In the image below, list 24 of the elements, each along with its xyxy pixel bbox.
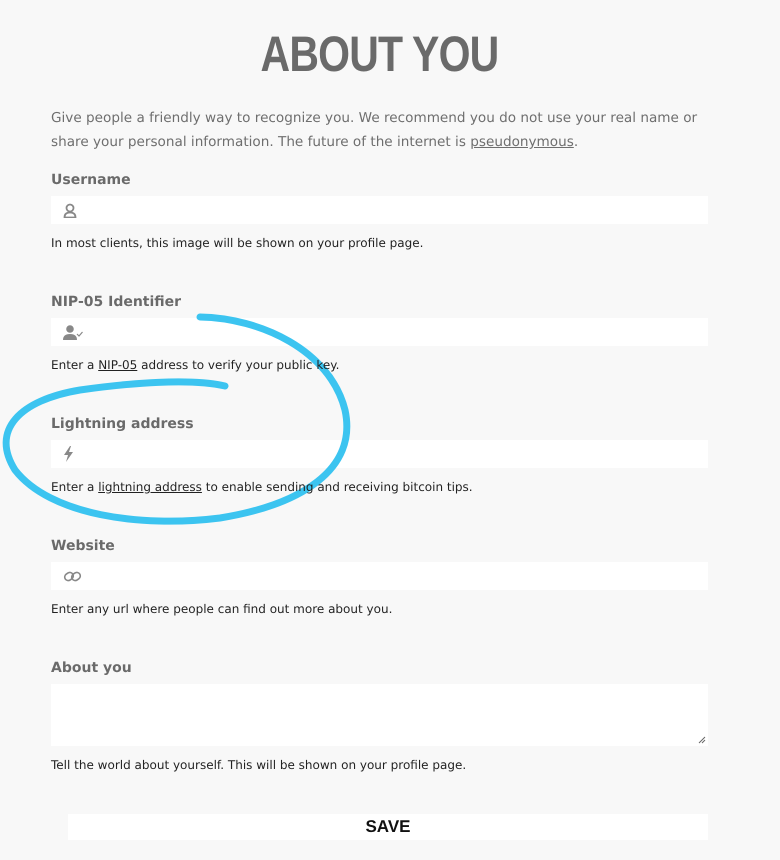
input-field[interactable] (51, 318, 708, 346)
field-label: Username (51, 171, 132, 190)
save-button[interactable]: SAVE (68, 814, 708, 840)
page-title: ABOUT YOU (260, 25, 500, 84)
lightning-icon (63, 446, 74, 462)
person-icon (63, 202, 77, 218)
resize-handle-icon (698, 736, 706, 744)
link-icon (63, 568, 82, 584)
field-label: About you (51, 659, 133, 678)
about-textarea[interactable] (51, 684, 708, 746)
field-label: Lightning address (51, 415, 195, 434)
help-text: Tell the world about yourself. This will be shown on your profile page. (51, 757, 468, 774)
input-field[interactable] (51, 440, 708, 468)
field-label: Website (51, 537, 116, 556)
input-field[interactable] (51, 196, 708, 224)
user-check-icon (63, 324, 83, 340)
intro-text: Give people a friendly way to recognize you. We recommend you do not use your real name or share your personal information. The future of the internet is pseudonymous. (51, 109, 698, 152)
help-text: Enter any url where people can find out more about you. (51, 601, 394, 618)
help-text: In most clients, this image will be shown on your profile page. (51, 235, 424, 252)
field-label: NIP-05 Identifier (51, 293, 182, 312)
help-link[interactable]: NIP-05 (98, 358, 138, 372)
input-field[interactable] (51, 562, 708, 590)
pseudonymous-link[interactable]: pseudonymous (470, 134, 574, 150)
help-link[interactable]: lightning address (98, 480, 202, 494)
